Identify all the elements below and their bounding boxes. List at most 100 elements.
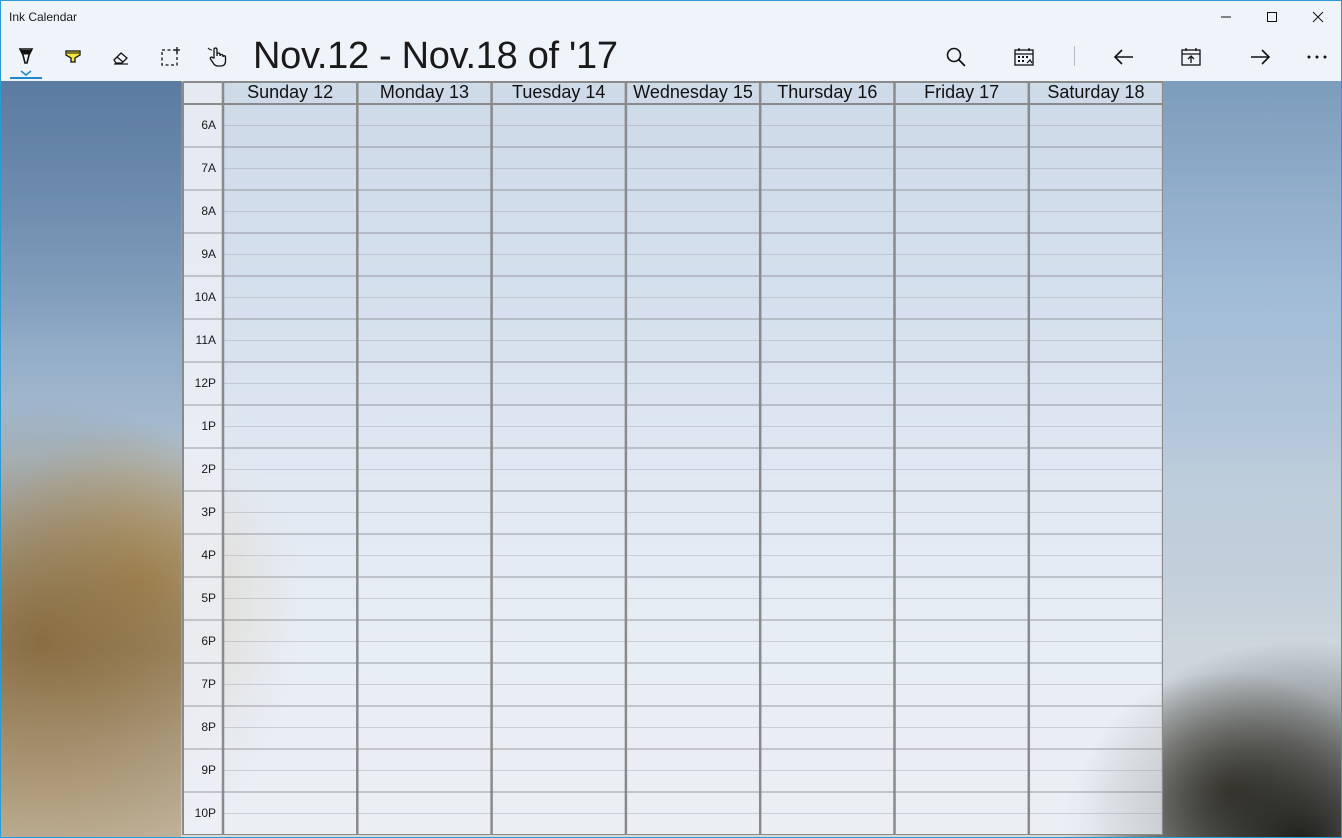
time-slot-cell[interactable] <box>224 191 356 232</box>
time-slot-cell[interactable] <box>224 492 356 533</box>
time-slot-cell[interactable] <box>493 664 625 705</box>
time-slot-cell[interactable] <box>627 320 759 361</box>
time-slot-cell[interactable] <box>1030 535 1162 576</box>
touch-pan-tool[interactable] <box>194 33 242 81</box>
time-slot-cell[interactable] <box>761 578 893 619</box>
time-slot-cell[interactable] <box>358 707 490 748</box>
time-slot-cell[interactable] <box>761 707 893 748</box>
time-slot-cell[interactable] <box>493 793 625 834</box>
time-slot-cell[interactable] <box>493 277 625 318</box>
time-slot-cell[interactable] <box>627 363 759 404</box>
time-slot-cell[interactable] <box>627 449 759 490</box>
next-week-button[interactable] <box>1236 33 1284 81</box>
time-slot-cell[interactable] <box>358 406 490 447</box>
time-slot-cell[interactable] <box>224 793 356 834</box>
time-slot-cell[interactable] <box>493 707 625 748</box>
time-slot-cell[interactable] <box>627 535 759 576</box>
time-slot-cell[interactable] <box>1030 707 1162 748</box>
time-slot-cell[interactable] <box>761 191 893 232</box>
time-slot-cell[interactable] <box>493 492 625 533</box>
time-slot-cell[interactable] <box>224 234 356 275</box>
time-slot-cell[interactable] <box>896 277 1028 318</box>
time-slot-cell[interactable] <box>627 492 759 533</box>
time-slot-cell[interactable] <box>1030 406 1162 447</box>
today-button[interactable] <box>1167 33 1215 81</box>
time-slot-cell[interactable] <box>761 148 893 189</box>
time-slot-cell[interactable] <box>224 707 356 748</box>
time-slot-cell[interactable] <box>493 621 625 662</box>
time-slot-cell[interactable] <box>1030 578 1162 619</box>
search-button[interactable] <box>932 33 980 81</box>
time-slot-cell[interactable] <box>627 664 759 705</box>
time-slot-cell[interactable] <box>358 578 490 619</box>
time-slot-cell[interactable] <box>896 320 1028 361</box>
time-slot-cell[interactable] <box>224 320 356 361</box>
time-slot-cell[interactable] <box>358 320 490 361</box>
time-slot-cell[interactable] <box>627 621 759 662</box>
time-slot-cell[interactable] <box>761 535 893 576</box>
time-slot-cell[interactable] <box>493 148 625 189</box>
time-slot-cell[interactable] <box>761 793 893 834</box>
time-slot-cell[interactable] <box>896 191 1028 232</box>
time-slot-cell[interactable] <box>1030 363 1162 404</box>
time-slot-cell[interactable] <box>761 234 893 275</box>
day-header[interactable]: Tuesday 14 <box>492 82 626 103</box>
time-slot-cell[interactable] <box>1030 449 1162 490</box>
time-slot-cell[interactable] <box>896 750 1028 791</box>
time-slot-cell[interactable] <box>627 191 759 232</box>
time-slot-cell[interactable] <box>493 750 625 791</box>
time-slot-cell[interactable] <box>358 277 490 318</box>
time-slot-cell[interactable] <box>224 105 356 146</box>
time-slot-cell[interactable] <box>493 191 625 232</box>
time-slot-cell[interactable] <box>627 750 759 791</box>
time-slot-cell[interactable] <box>493 449 625 490</box>
day-header[interactable]: Sunday 12 <box>223 82 357 103</box>
time-slot-cell[interactable] <box>1030 191 1162 232</box>
time-slot-cell[interactable] <box>358 492 490 533</box>
time-slot-cell[interactable] <box>358 535 490 576</box>
time-slot-cell[interactable] <box>224 148 356 189</box>
time-slot-cell[interactable] <box>896 105 1028 146</box>
time-slot-cell[interactable] <box>1030 277 1162 318</box>
time-slot-cell[interactable] <box>358 363 490 404</box>
time-slot-cell[interactable] <box>493 320 625 361</box>
time-slot-cell[interactable] <box>896 363 1028 404</box>
time-slot-cell[interactable] <box>627 793 759 834</box>
calendar-picker-button[interactable] <box>1000 33 1048 81</box>
time-slot-cell[interactable] <box>896 621 1028 662</box>
highlighter-tool[interactable] <box>49 33 97 81</box>
time-slot-cell[interactable] <box>896 234 1028 275</box>
time-slot-cell[interactable] <box>1030 664 1162 705</box>
time-slot-cell[interactable] <box>1030 234 1162 275</box>
time-slot-cell[interactable] <box>224 621 356 662</box>
time-slot-cell[interactable] <box>358 621 490 662</box>
eraser-tool[interactable] <box>97 33 145 81</box>
time-slot-cell[interactable] <box>493 234 625 275</box>
time-slot-cell[interactable] <box>493 406 625 447</box>
time-slot-cell[interactable] <box>358 750 490 791</box>
time-slot-cell[interactable] <box>896 148 1028 189</box>
time-slot-cell[interactable] <box>896 492 1028 533</box>
time-slot-cell[interactable] <box>896 578 1028 619</box>
time-slot-cell[interactable] <box>627 234 759 275</box>
maximize-button[interactable] <box>1249 1 1295 33</box>
time-slot-cell[interactable] <box>224 535 356 576</box>
time-slot-cell[interactable] <box>1030 320 1162 361</box>
day-header[interactable]: Friday 17 <box>895 82 1029 103</box>
time-slot-cell[interactable] <box>224 578 356 619</box>
time-slot-cell[interactable] <box>1030 793 1162 834</box>
day-header[interactable]: Wednesday 15 <box>626 82 760 103</box>
time-slot-cell[interactable] <box>761 621 893 662</box>
day-header[interactable]: Saturday 18 <box>1029 82 1163 103</box>
time-slot-cell[interactable] <box>896 707 1028 748</box>
time-slot-cell[interactable] <box>358 793 490 834</box>
time-slot-cell[interactable] <box>627 707 759 748</box>
time-slot-cell[interactable] <box>761 105 893 146</box>
pen-tool[interactable] <box>2 33 50 81</box>
time-slot-cell[interactable] <box>761 363 893 404</box>
time-slot-cell[interactable] <box>358 148 490 189</box>
time-slot-cell[interactable] <box>761 664 893 705</box>
close-button[interactable] <box>1295 1 1341 33</box>
time-slot-cell[interactable] <box>493 535 625 576</box>
time-slot-cell[interactable] <box>761 277 893 318</box>
